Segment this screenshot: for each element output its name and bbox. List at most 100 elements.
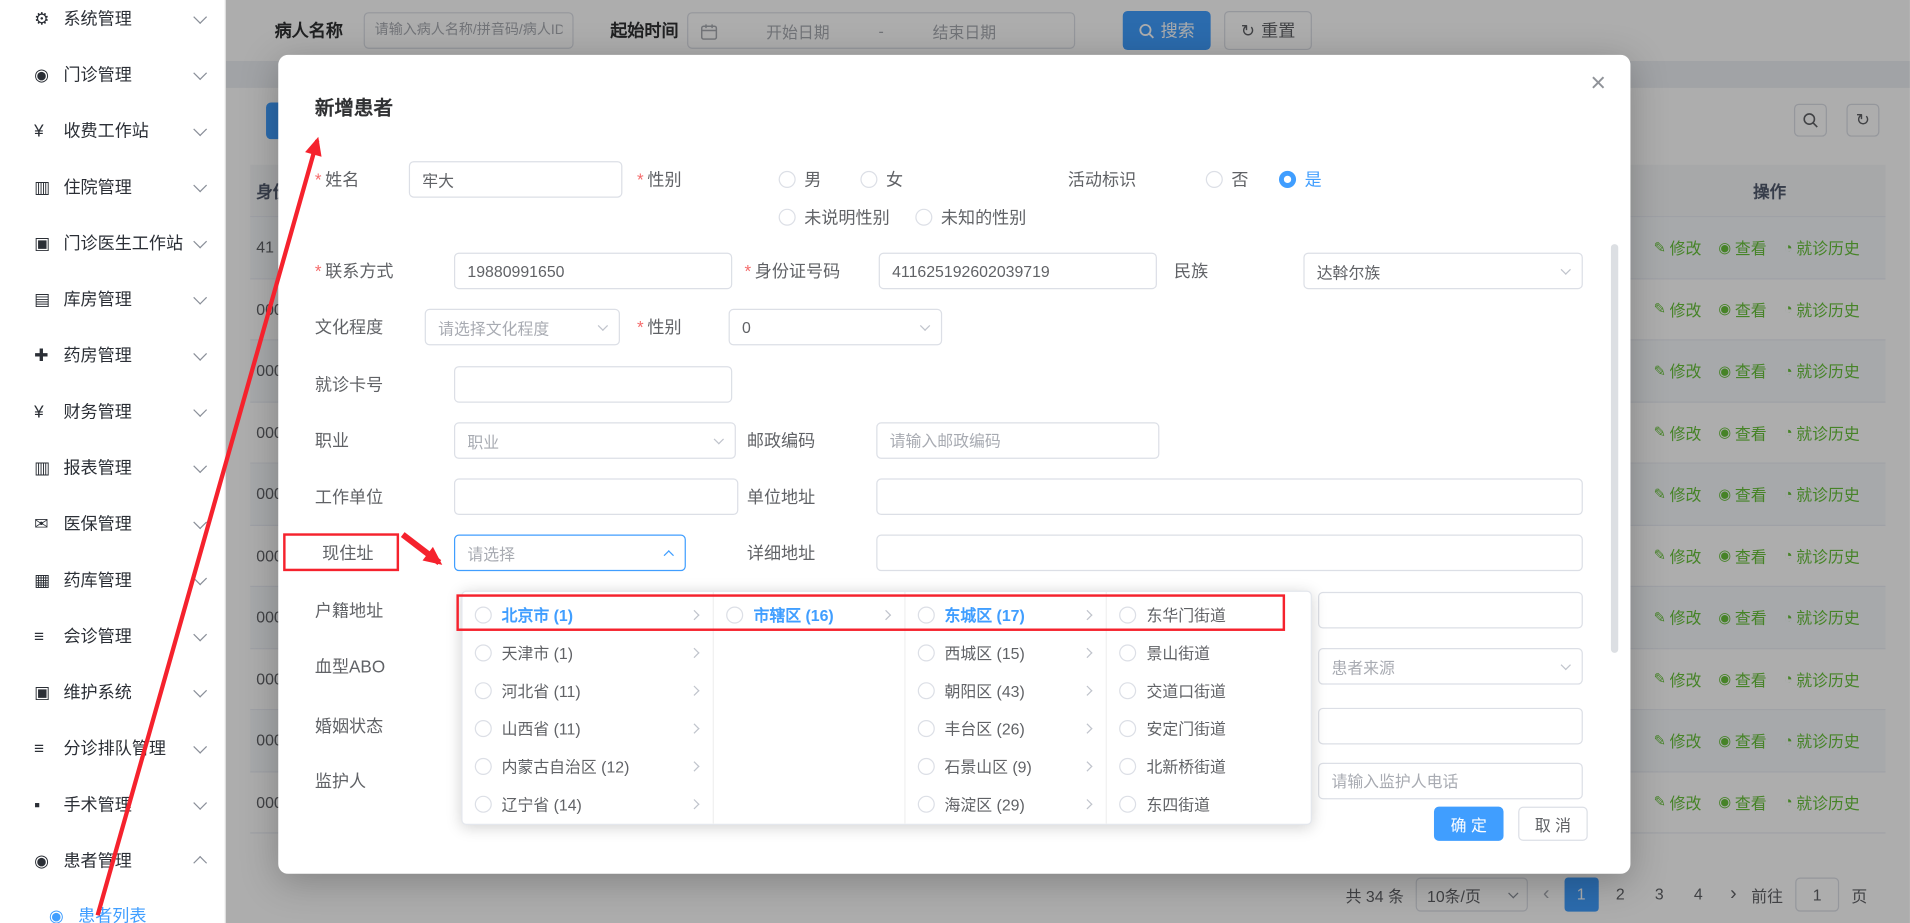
current-address-cascader[interactable]: 请选择 bbox=[454, 535, 686, 572]
sidebar-item-patient-list[interactable]: ◉ 患者列表 bbox=[0, 888, 225, 923]
patient-source-select[interactable]: 患者来源 bbox=[1318, 648, 1583, 685]
contact-input[interactable] bbox=[454, 253, 732, 290]
sidebar-item[interactable]: ▣ 维护系统 bbox=[0, 664, 225, 720]
sidebar-item[interactable]: ¥ 财务管理 bbox=[0, 383, 225, 439]
cascader-district-option[interactable]: 海淀区 (29) bbox=[905, 785, 1106, 823]
cascader-district-option[interactable]: 东城区 (17) bbox=[905, 596, 1106, 634]
chevron-right-icon bbox=[690, 723, 700, 733]
cascader-district-option[interactable]: 丰台区 (26) bbox=[905, 709, 1106, 747]
cascader-street-option[interactable]: 东华门街道 bbox=[1107, 596, 1310, 634]
id-number-label: *身份证号码 bbox=[744, 253, 840, 290]
chevron-right-icon bbox=[690, 761, 700, 771]
cascader-option-label: 丰台区 (26) bbox=[945, 716, 1075, 739]
sidebar-item[interactable]: ✚ 药房管理 bbox=[0, 327, 225, 383]
education-select[interactable]: 请选择文化程度 bbox=[425, 309, 620, 346]
label-text: 血型ABO bbox=[315, 657, 385, 677]
cascader-province-option[interactable]: 北京市 (1) bbox=[463, 596, 714, 634]
sidebar-item[interactable]: ≡ 分诊排队管理 bbox=[0, 720, 225, 776]
sidebar-item[interactable]: ≡ 会诊管理 bbox=[0, 608, 225, 664]
radio-label: 未知的性别 bbox=[941, 205, 1026, 229]
cascader-option-label: 交道口街道 bbox=[1147, 679, 1297, 702]
work-unit-input[interactable] bbox=[454, 478, 738, 515]
sidebar-item[interactable]: ◉ 患者管理 bbox=[0, 832, 225, 888]
radio-active-no[interactable]: 否 bbox=[1206, 161, 1249, 198]
sidebar-item[interactable]: ▦ 药库管理 bbox=[0, 552, 225, 608]
cascader-district-option[interactable]: 西城区 (15) bbox=[905, 633, 1106, 671]
radio-circle bbox=[475, 682, 492, 699]
chevron-down-icon bbox=[193, 10, 207, 24]
label-text: 身份证号码 bbox=[755, 261, 840, 281]
unit-address-input[interactable] bbox=[876, 478, 1583, 515]
chevron-down-icon bbox=[193, 234, 207, 248]
label-text: 就诊卡号 bbox=[315, 375, 383, 395]
sidebar-item[interactable]: ▣ 门诊医生工作站 bbox=[0, 215, 225, 271]
cascader-province-option[interactable]: 河北省 (11) bbox=[463, 671, 714, 709]
id-number-input[interactable] bbox=[879, 253, 1157, 290]
gender-code-select[interactable]: 0 bbox=[729, 309, 943, 346]
cascader-street-option[interactable]: 东四街道 bbox=[1107, 785, 1310, 823]
sidebar-item[interactable]: ▤ 库房管理 bbox=[0, 271, 225, 327]
chevron-right-icon bbox=[690, 685, 700, 695]
patient-list-icon: ◉ bbox=[49, 905, 78, 923]
sidebar-item[interactable]: ▪ 手术管理 bbox=[0, 776, 225, 832]
cascader-street-option[interactable]: 交道口街道 bbox=[1107, 671, 1310, 709]
occupation-label: 职业 bbox=[315, 422, 349, 459]
radio-active-yes[interactable]: 是 bbox=[1279, 161, 1322, 198]
sidebar-item-label: 药库管理 bbox=[63, 567, 195, 591]
sidebar-item[interactable]: ⚙ 系统管理 bbox=[0, 0, 225, 46]
sidebar-item[interactable]: ¥ 收费工作站 bbox=[0, 103, 225, 159]
sidebar-item-label: 医保管理 bbox=[63, 511, 195, 535]
guardian-phone-input[interactable] bbox=[1318, 763, 1583, 800]
cascader-province-option[interactable]: 天津市 (1) bbox=[463, 633, 714, 671]
cascader-option-label: 石景山区 (9) bbox=[945, 754, 1075, 777]
cascader-option-label: 内蒙古自治区 (12) bbox=[502, 754, 682, 777]
cancel-button[interactable]: 取 消 bbox=[1518, 807, 1588, 841]
cascader-district-option[interactable]: 朝阳区 (43) bbox=[905, 671, 1106, 709]
cascader-province-option[interactable]: 内蒙古自治区 (12) bbox=[463, 747, 714, 785]
radio-male[interactable]: 男 bbox=[779, 161, 822, 198]
chevron-down-icon bbox=[193, 122, 207, 136]
sidebar-item[interactable]: ▥ 报表管理 bbox=[0, 439, 225, 495]
cascader-street-option[interactable]: 北新桥街道 bbox=[1107, 747, 1310, 785]
cascader-street-option[interactable]: 安定门街道 bbox=[1107, 709, 1310, 747]
cascader-street-column: 东华门街道 景山街道 交道口街道 安定门街道 北新桥街道 东四街道 bbox=[1107, 592, 1310, 824]
label-text: 单位地址 bbox=[747, 487, 815, 507]
radio-label: 女 bbox=[886, 167, 903, 191]
cascader-option-label: 东四街道 bbox=[1147, 792, 1297, 815]
marital-status-label: 婚姻状态 bbox=[315, 708, 383, 745]
cascader-city-column: 市辖区 (16) bbox=[714, 592, 905, 824]
chevron-down-icon bbox=[193, 290, 207, 304]
select-value: 0 bbox=[742, 318, 751, 336]
sidebar-item[interactable]: ◉ 门诊管理 bbox=[0, 46, 225, 102]
occupation-select[interactable]: 职业 bbox=[454, 422, 736, 459]
ethnicity-select[interactable]: 达斡尔族 bbox=[1303, 253, 1582, 290]
close-icon[interactable]: × bbox=[1590, 70, 1606, 97]
card-number-input[interactable] bbox=[454, 366, 732, 403]
cascader-street-option[interactable]: 景山街道 bbox=[1107, 633, 1310, 671]
sidebar-item-icon: ✚ bbox=[34, 345, 63, 366]
detail-address-label: 详细地址 bbox=[747, 535, 815, 572]
chevron-down-icon bbox=[193, 571, 207, 585]
radio-gender-unexplained[interactable]: 未说明性别 bbox=[779, 199, 890, 236]
sidebar-item-label: 手术管理 bbox=[63, 792, 195, 816]
modal-scrollbar[interactable] bbox=[1611, 244, 1618, 653]
cascader-province-option[interactable]: 山西省 (11) bbox=[463, 709, 714, 747]
sidebar-item[interactable]: ✉ 医保管理 bbox=[0, 495, 225, 551]
sidebar: ⚙ 系统管理 ◉ 门诊管理 ¥ 收费工作站 ▥ 住院管理 ▣ 门诊医生工作站 ▤ bbox=[0, 0, 226, 923]
postal-code-input[interactable] bbox=[876, 422, 1159, 459]
confirm-button[interactable]: 确 定 bbox=[1434, 807, 1504, 841]
sidebar-item[interactable]: ▥ 住院管理 bbox=[0, 159, 225, 215]
name-input[interactable] bbox=[409, 161, 623, 198]
radio-female[interactable]: 女 bbox=[860, 161, 903, 198]
cascader-province-option[interactable]: 辽宁省 (14) bbox=[463, 785, 714, 823]
cascader-district-option[interactable]: 石景山区 (9) bbox=[905, 747, 1106, 785]
cascader-option-label: 东城区 (17) bbox=[945, 603, 1075, 626]
label-text: 性别 bbox=[647, 170, 681, 190]
marital-right-input[interactable] bbox=[1318, 708, 1583, 745]
radio-gender-unknown[interactable]: 未知的性别 bbox=[915, 199, 1026, 236]
household-right-input[interactable] bbox=[1318, 592, 1583, 629]
radio-circle bbox=[860, 171, 877, 188]
detail-address-input[interactable] bbox=[876, 535, 1583, 572]
radio-circle bbox=[918, 682, 935, 699]
cascader-city-option[interactable]: 市辖区 (16) bbox=[714, 596, 904, 634]
